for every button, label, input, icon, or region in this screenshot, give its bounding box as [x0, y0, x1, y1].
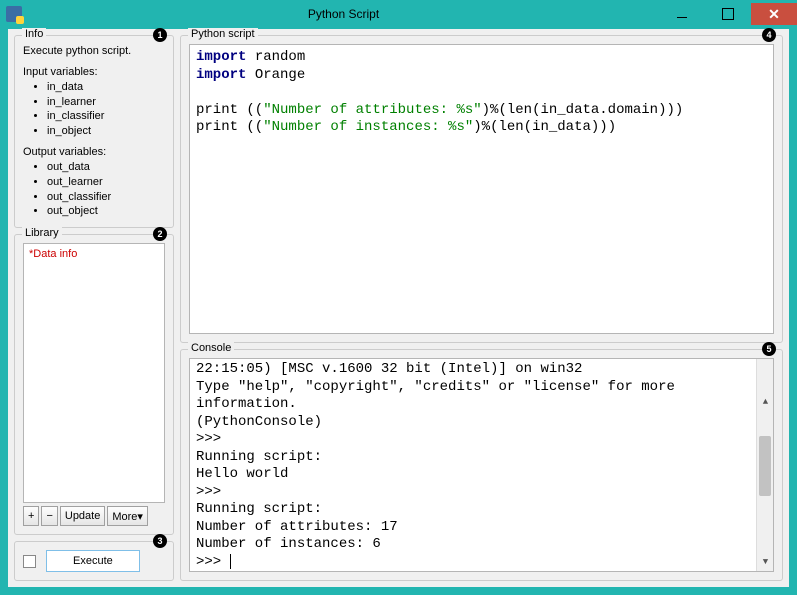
list-item: in_object	[47, 124, 165, 139]
script-label: Python script	[188, 28, 258, 40]
more-button[interactable]: More▾	[107, 506, 148, 526]
scroll-down-icon[interactable]: ▼	[757, 554, 774, 571]
add-script-button[interactable]: +	[23, 506, 39, 526]
info-label: Info	[22, 28, 46, 40]
output-vars-list: out_data out_learner out_classifier out_…	[23, 160, 165, 219]
badge-3: 3	[153, 534, 167, 548]
list-item: in_learner	[47, 95, 165, 110]
library-item[interactable]: *Data info	[27, 247, 161, 261]
vertical-scrollbar[interactable]: ▲ ▼	[756, 359, 773, 571]
window-controls	[659, 3, 797, 25]
console-panel: Console 5 22:15:05) [MSC v.1600 32 bit (…	[180, 349, 783, 581]
list-item: out_data	[47, 160, 165, 175]
maximize-button[interactable]	[705, 3, 751, 25]
list-item: out_classifier	[47, 190, 165, 205]
list-item: out_object	[47, 204, 165, 219]
library-label: Library	[22, 227, 62, 239]
library-panel: Library 2 *Data info + − Update More▾	[14, 234, 174, 535]
titlebar[interactable]: Python Script	[0, 0, 797, 28]
list-item: in_data	[47, 80, 165, 95]
remove-script-button[interactable]: −	[41, 506, 57, 526]
console-label: Console	[188, 342, 234, 354]
script-editor[interactable]: import random import Orange print (("Num…	[189, 44, 774, 334]
console-output[interactable]: 22:15:05) [MSC v.1600 32 bit (Intel)] on…	[189, 358, 774, 572]
input-vars-list: in_data in_learner in_classifier in_obje…	[23, 80, 165, 139]
close-button[interactable]	[751, 3, 797, 25]
script-panel: Python script 4 import random import Ora…	[180, 35, 783, 343]
left-column: Info 1 Execute python script. Input vari…	[14, 35, 174, 581]
info-body: Execute python script. Input variables: …	[23, 44, 165, 219]
auto-execute-checkbox[interactable]	[23, 555, 36, 568]
library-list[interactable]: *Data info	[23, 243, 165, 503]
chevron-down-icon: ▾	[137, 511, 143, 523]
execute-button[interactable]: Execute	[46, 550, 140, 572]
badge-2: 2	[153, 227, 167, 241]
text-cursor	[230, 554, 231, 569]
list-item: in_classifier	[47, 109, 165, 124]
info-panel: Info 1 Execute python script. Input vari…	[14, 35, 174, 228]
input-vars-label: Input variables:	[23, 65, 165, 80]
info-desc: Execute python script.	[23, 44, 165, 59]
minimize-button[interactable]	[659, 3, 705, 25]
execute-panel: 3 Execute	[14, 541, 174, 581]
output-vars-label: Output variables:	[23, 145, 165, 160]
list-item: out_learner	[47, 175, 165, 190]
badge-1: 1	[153, 28, 167, 42]
client-area: Info 1 Execute python script. Input vari…	[7, 28, 790, 588]
scrollbar-thumb[interactable]	[759, 436, 771, 496]
library-buttons: + − Update More▾	[23, 506, 165, 526]
window-title: Python Script	[28, 7, 659, 21]
badge-5: 5	[762, 342, 776, 356]
badge-4: 4	[762, 28, 776, 42]
update-button[interactable]: Update	[60, 506, 105, 526]
scrollbar-track[interactable]	[757, 376, 773, 554]
right-column: Python script 4 import random import Ora…	[180, 35, 783, 581]
window: Python Script Info 1 Execute python scri…	[0, 0, 797, 595]
python-icon	[6, 6, 22, 22]
